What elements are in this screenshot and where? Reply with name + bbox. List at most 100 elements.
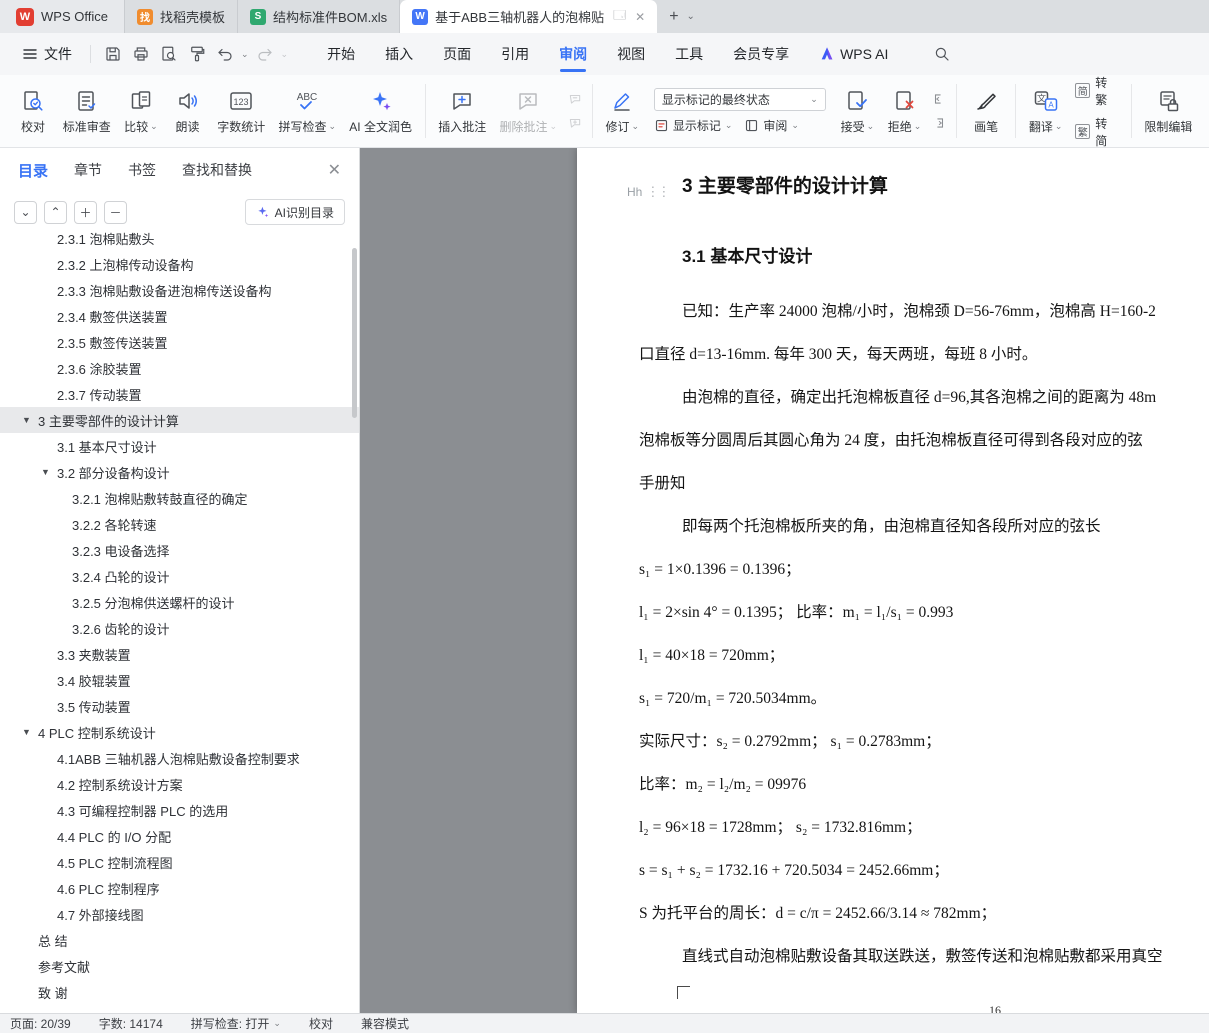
accept-button[interactable]: 接受 ⌄ (834, 83, 881, 139)
menu-item-tools[interactable]: 工具 (662, 37, 716, 71)
tab-spreadsheet[interactable]: S 结构标准件BOM.xls (238, 0, 401, 33)
to-traditional-button[interactable]: 简 转繁 (1075, 74, 1118, 108)
delete-comment-button[interactable]: 删除批注 ⌄ (493, 83, 564, 139)
sidebar-scrollbar-thumb[interactable] (352, 248, 357, 418)
toc-item[interactable]: ▼ 2.3.6 涂胶装置 (0, 355, 359, 381)
sidebar-tab-toc[interactable]: 目录 (18, 160, 48, 181)
toc-item[interactable]: ▼ 4.6 PLC 控制程序 (0, 875, 359, 901)
restrict-edit-button[interactable]: 限制编辑 (1138, 83, 1199, 139)
toc-item[interactable]: ▼ 3.2 部分设备构设计 (0, 459, 359, 485)
reject-button[interactable]: 拒绝 ⌄ (881, 83, 928, 139)
save-button[interactable] (100, 41, 126, 67)
word-count-button[interactable]: 123 字数统计 (211, 83, 272, 139)
toc-item[interactable]: ▼ 2.3.1 泡棉贴敷头 (0, 232, 359, 251)
undo-button[interactable] (212, 41, 238, 67)
toc-item[interactable]: ▼ 4.5 PLC 控制流程图 (0, 849, 359, 875)
proofread-button[interactable]: 校对 (10, 83, 56, 139)
toc-item[interactable]: ▼ 3.2.5 分泡棉供送螺杆的设计 (0, 589, 359, 615)
to-simplified-button[interactable]: 繁 转简 (1075, 115, 1118, 149)
toc-item[interactable]: ▼ 4.4 PLC 的 I/O 分配 (0, 823, 359, 849)
next-comment-button[interactable] (566, 115, 584, 131)
markup-state-select[interactable]: 显示标记的最终状态 ⌄ (653, 88, 826, 111)
tab-document-active[interactable]: W 基于ABB三轴机器人的泡棉贴 🗔 ✕ (400, 0, 658, 33)
ink-pen-button[interactable]: 画笔 (963, 83, 1009, 139)
search-button[interactable] (929, 41, 955, 67)
track-changes-button[interactable]: 修订 ⌄ (599, 83, 646, 139)
ai-polish-button[interactable]: AI 全文润色 (343, 83, 419, 139)
tab-docer-template[interactable]: 找 找稻壳模板 (125, 0, 238, 33)
chevron-expand-icon[interactable]: ▼ (22, 415, 38, 425)
toc-item[interactable]: ▼ 4.7 外部接线图 (0, 901, 359, 927)
toc-item[interactable]: ▼ 2.3.7 传动装置 (0, 381, 359, 407)
toc-item[interactable]: ▼ 4.3 可编程控制器 PLC 的选用 (0, 797, 359, 823)
format-painter-button[interactable] (184, 41, 210, 67)
chevron-down-icon[interactable]: ⌄ (687, 11, 695, 22)
toc-item[interactable]: ▼ 总 结 (0, 927, 359, 953)
toc-item[interactable]: ▼ 2.3.3 泡棉贴敷设备进泡棉传送设备构 (0, 277, 359, 303)
redo-button[interactable] (252, 41, 278, 67)
heading-handle[interactable]: Hh ⋮⋮ (627, 184, 670, 200)
print-preview-button[interactable] (156, 41, 182, 67)
chevron-expand-icon[interactable]: ▼ (41, 467, 57, 477)
menu-item-view[interactable]: 视图 (604, 37, 658, 71)
menu-item-insert[interactable]: 插入 (372, 37, 426, 71)
spell-check-button[interactable]: ABC 拼写检查 ⌄ (272, 83, 343, 139)
menu-item-reference[interactable]: 引用 (488, 37, 542, 71)
show-markup-button[interactable]: 显示标记 ⌄ (654, 117, 732, 134)
undo-dropdown-chevron[interactable]: ⌄ (239, 49, 251, 60)
ai-toc-button[interactable]: AI识别目录 (244, 199, 345, 225)
print-button[interactable] (128, 41, 154, 67)
toc-item[interactable]: ▼ 4.1ABB 三轴机器人泡棉贴敷设备控制要求 (0, 745, 359, 771)
toc-item[interactable]: ▼ 4 PLC 控制系统设计 (0, 719, 359, 745)
toc-item[interactable]: ▼ 参考文献 (0, 953, 359, 979)
sidebar-tab-find-replace[interactable]: 查找和替换 (182, 160, 252, 180)
menu-item-review[interactable]: 审阅 (546, 37, 600, 71)
toc-item[interactable]: ▼ 2.3.5 敷签传送装置 (0, 329, 359, 355)
expand-all-button[interactable]: ⌄ (14, 200, 37, 224)
standard-review-button[interactable]: 标准审查 (56, 83, 117, 139)
toc-item[interactable]: ▼ 3.5 传动装置 (0, 693, 359, 719)
menu-item-wps-ai[interactable]: WPS AI (806, 39, 901, 69)
chevron-expand-icon[interactable]: ▼ (22, 727, 38, 737)
sidebar-tab-chapters[interactable]: 章节 (74, 160, 102, 180)
read-aloud-button[interactable]: 朗读 (165, 83, 211, 139)
document-viewport[interactable]: Hh ⋮⋮ 3 主要零部件的设计计算 3.1 基本尺寸设计 已知：生产率 240… (360, 148, 1209, 1013)
sidebar-tab-bookmarks[interactable]: 书签 (128, 160, 156, 180)
menu-item-page[interactable]: 页面 (430, 37, 484, 71)
menu-item-member[interactable]: 会员专享 (720, 37, 802, 71)
insert-comment-button[interactable]: 插入批注 (432, 83, 493, 139)
toc-item[interactable]: ▼ 3.2.2 各轮转速 (0, 511, 359, 537)
zoom-in-button[interactable]: ＋ (74, 200, 97, 224)
review-pane-button[interactable]: 审阅 ⌄ (744, 117, 799, 134)
status-proofread[interactable]: 校对 (309, 1015, 333, 1032)
toc-item[interactable]: ▼ 3.1 基本尺寸设计 (0, 433, 359, 459)
status-page-count[interactable]: 页面: 20/39 (10, 1015, 71, 1032)
file-menu-button[interactable]: 文件 (12, 38, 82, 70)
toc-item[interactable]: ▼ 3 主要零部件的设计计算 (0, 407, 359, 433)
toc-item[interactable]: ▼ 2.3.2 上泡棉传动设备构 (0, 251, 359, 277)
toc-item[interactable]: ▼ 3.2.1 泡棉贴敷转鼓直径的确定 (0, 485, 359, 511)
document-page[interactable]: Hh ⋮⋮ 3 主要零部件的设计计算 3.1 基本尺寸设计 已知：生产率 240… (577, 148, 1209, 1013)
prev-comment-button[interactable] (566, 91, 584, 107)
toc-item[interactable]: ▼ 3.4 胶辊装置 (0, 667, 359, 693)
toc-item[interactable]: ▼ 3.2.4 凸轮的设计 (0, 563, 359, 589)
tab-wps-home[interactable]: W WPS Office (0, 0, 125, 33)
toc-item[interactable]: ▼ 3.3 夹敷装置 (0, 641, 359, 667)
translate-button[interactable]: 文A 翻译 ⌄ (1022, 83, 1069, 139)
compare-button[interactable]: 比较 ⌄ (117, 83, 164, 139)
next-revision-button[interactable] (930, 115, 948, 131)
prev-revision-button[interactable] (930, 91, 948, 107)
close-sidebar-icon[interactable]: ✕ (328, 160, 341, 180)
toc-item[interactable]: ▼ 3.2.6 齿轮的设计 (0, 615, 359, 641)
zoom-out-button[interactable]: － (104, 200, 127, 224)
collapse-all-button[interactable]: ⌃ (44, 200, 67, 224)
toc-item[interactable]: ▼ 2.3.4 敷签供送装置 (0, 303, 359, 329)
toc-item[interactable]: ▼ 4.2 控制系统设计方案 (0, 771, 359, 797)
menu-item-home[interactable]: 开始 (314, 37, 368, 71)
status-spell-check[interactable]: 拼写检查: 打开 ⌄ (191, 1015, 281, 1032)
toc-item[interactable]: ▼ 3.2.3 电设备选择 (0, 537, 359, 563)
redo-dropdown-chevron[interactable]: ⌄ (279, 49, 291, 60)
close-icon[interactable]: ✕ (635, 10, 645, 24)
toc-item[interactable]: ▼ 致 谢 (0, 979, 359, 1005)
new-tab-button[interactable]: + (669, 8, 678, 26)
